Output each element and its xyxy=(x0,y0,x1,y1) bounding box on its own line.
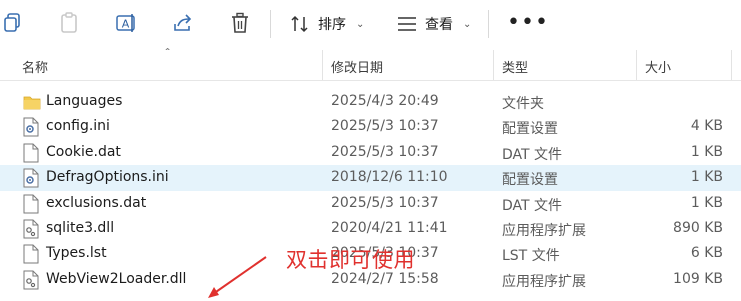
annotation-text: 双击即可使用 xyxy=(286,248,415,272)
